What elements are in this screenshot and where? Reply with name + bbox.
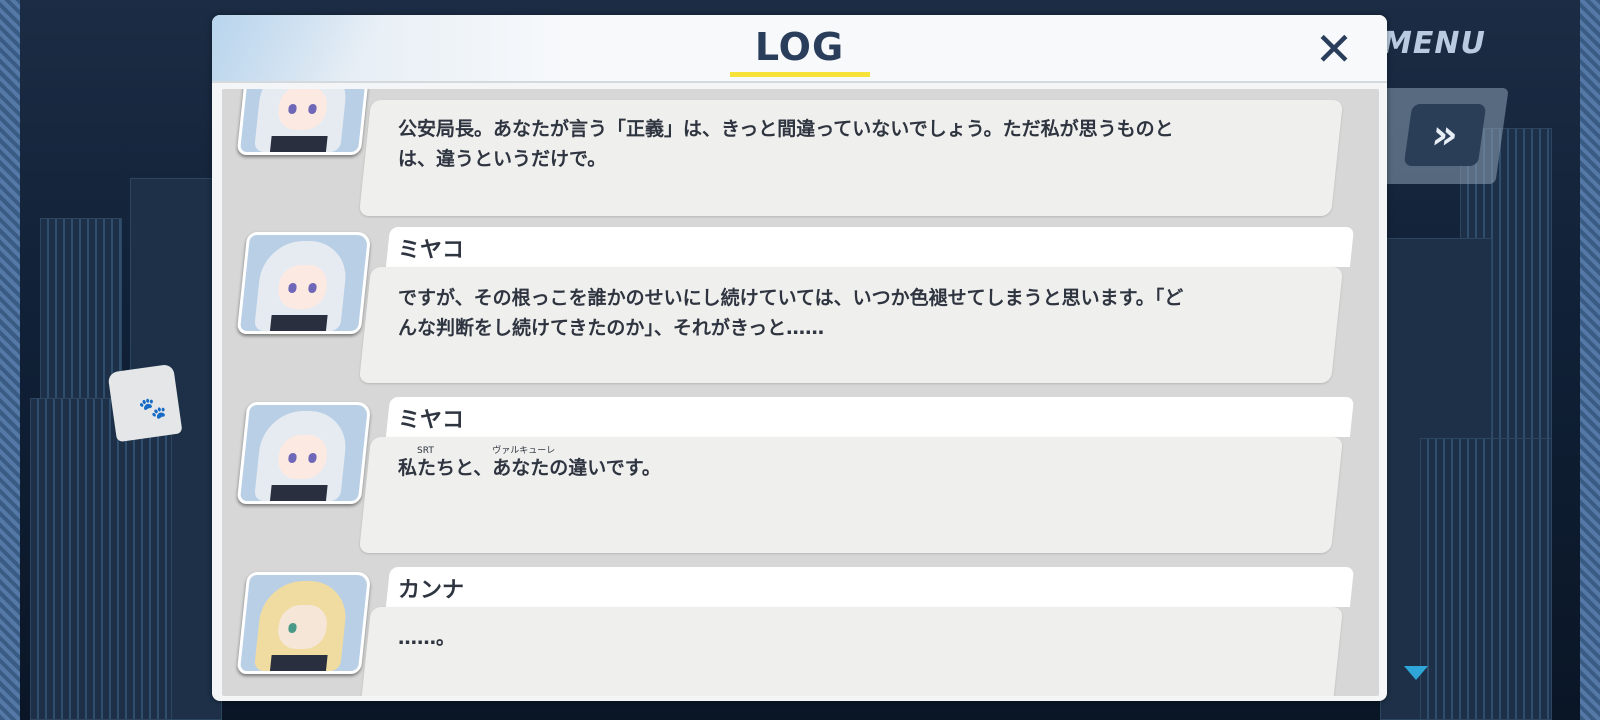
right-border-stripe bbox=[1580, 0, 1600, 720]
fast-forward-icon: » bbox=[1428, 112, 1462, 158]
log-header: LOG ✕ bbox=[212, 15, 1387, 81]
fast-forward-button[interactable]: » bbox=[1403, 104, 1487, 166]
miyako-portrait bbox=[236, 232, 372, 334]
log-list[interactable]: 公安局長。あなたが言う「正義」は、きっと間違っていないでしょう。ただ私が思うもの… bbox=[222, 89, 1379, 696]
log-entry: 公安局長。あなたが言う「正義」は、きっと間違っていないでしょう。ただ私が思うもの… bbox=[222, 89, 1379, 216]
speaker-name: ミヤコ bbox=[398, 408, 465, 433]
miyako-portrait bbox=[236, 402, 372, 504]
close-icon: ✕ bbox=[1314, 22, 1354, 76]
background-building bbox=[1420, 438, 1552, 720]
log-entry: ミヤコ 私 SRT たちと、 ヴァルキューレ あなたの違いです。 bbox=[222, 397, 1379, 564]
background-building bbox=[30, 398, 172, 720]
message-text: ……。 bbox=[398, 627, 456, 649]
paw-mug: 🐾 bbox=[107, 363, 183, 443]
log-entry: カンナ ……。 bbox=[222, 567, 1379, 696]
message-text: 公安局長。あなたが言う「正義」は、きっと間違っていないでしょう。ただ私が思うもの… bbox=[398, 118, 1174, 170]
left-border-stripe bbox=[0, 0, 20, 720]
message-text: ですが、その根っこを誰かのせいにし続けていては、いつか色褪せてしまうと思います。… bbox=[398, 287, 1184, 339]
next-indicator-icon bbox=[1404, 666, 1428, 680]
speaker-name-tab bbox=[385, 397, 1355, 437]
speaker-name-tab bbox=[385, 227, 1355, 267]
log-title: LOG bbox=[754, 25, 845, 69]
paw-icon: 🐾 bbox=[137, 395, 168, 424]
log-entry: ミヤコ ですが、その根っこを誰かのせいにし続けていては、いつか色褪せてしまうと思… bbox=[222, 227, 1379, 394]
close-button[interactable]: ✕ bbox=[1312, 26, 1356, 72]
speaker-name: カンナ bbox=[398, 578, 465, 603]
miyako-portrait bbox=[236, 89, 372, 155]
log-panel: LOG ✕ 公安局長。あなたが言う「正義」は、きっと間違っていないでしょう。ただ… bbox=[212, 15, 1387, 701]
kanna-portrait bbox=[236, 572, 372, 674]
menu-button[interactable]: MENU bbox=[1382, 26, 1492, 70]
speaker-name-tab bbox=[385, 567, 1355, 607]
title-underline bbox=[730, 72, 870, 77]
speaker-name: ミヤコ bbox=[398, 238, 465, 263]
ruby-annotation: ヴァルキューレ bbox=[492, 446, 556, 456]
ruby-annotation: SRT bbox=[417, 446, 434, 456]
header-divider bbox=[212, 81, 1387, 83]
message-text: 私 SRT たちと、 ヴァルキューレ あなたの違いです。 bbox=[398, 446, 1198, 483]
